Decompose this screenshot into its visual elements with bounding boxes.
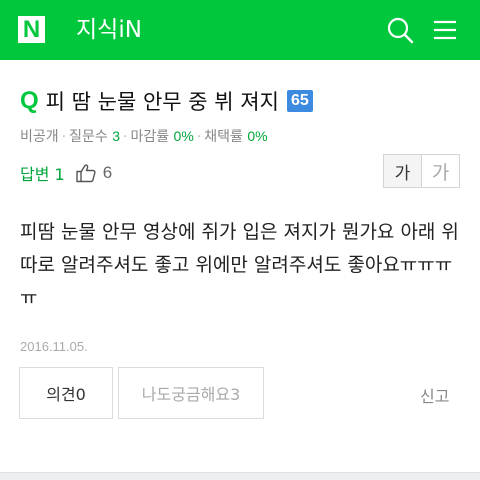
naver-logo[interactable]: N [18,16,45,43]
report-button[interactable]: 신고 [420,383,449,407]
question-meta: 비공개 · 질문수 3 · 마감률 0% · 채택률 0% [20,128,268,145]
font-size-large-button[interactable]: 가 [422,155,459,187]
question-count-label: 질문수 [69,129,108,145]
hamburger-menu-icon[interactable] [430,15,460,45]
opinion-button[interactable]: 의견0 [19,367,113,419]
question-stats: 답변 1 6 [20,160,112,186]
question-body: 피땀 눈물 안무 영상에 쥐가 입은 져지가 뭔가요 아래 위 따로 알려주셔도… [20,221,459,309]
like-count: 6 [102,163,113,182]
section-divider [0,472,480,480]
font-size-toggle: 가 가 [383,154,460,188]
deadline-rate: 0% [173,128,194,144]
adoption-rate-label: 채택률 [204,129,243,145]
question-mark-icon: Q [20,87,39,114]
privacy-label: 비공개 [20,129,59,145]
font-size-small-button[interactable]: 가 [384,155,422,187]
adoption-rate: 0% [247,128,268,144]
deadline-rate-label: 마감률 [130,129,170,145]
question-heading: Q 피 땀 눈물 안무 중 뷔 져지 65 [20,86,313,116]
answer-count-link[interactable]: 답변 1 [20,161,65,185]
app-header: N 지식iN [0,0,480,60]
question-title: 피 땀 눈물 안무 중 뷔 져지 [45,90,279,114]
service-title[interactable]: 지식iN [76,14,142,46]
thumbs-up-icon[interactable] [75,162,97,184]
question-count: 3 [112,128,120,144]
me-too-curious-button[interactable]: 나도궁금해요3 [118,367,264,419]
question-date: 2016.11.05. [20,339,88,354]
bounty-badge: 65 [286,90,313,112]
search-icon[interactable] [385,15,415,45]
